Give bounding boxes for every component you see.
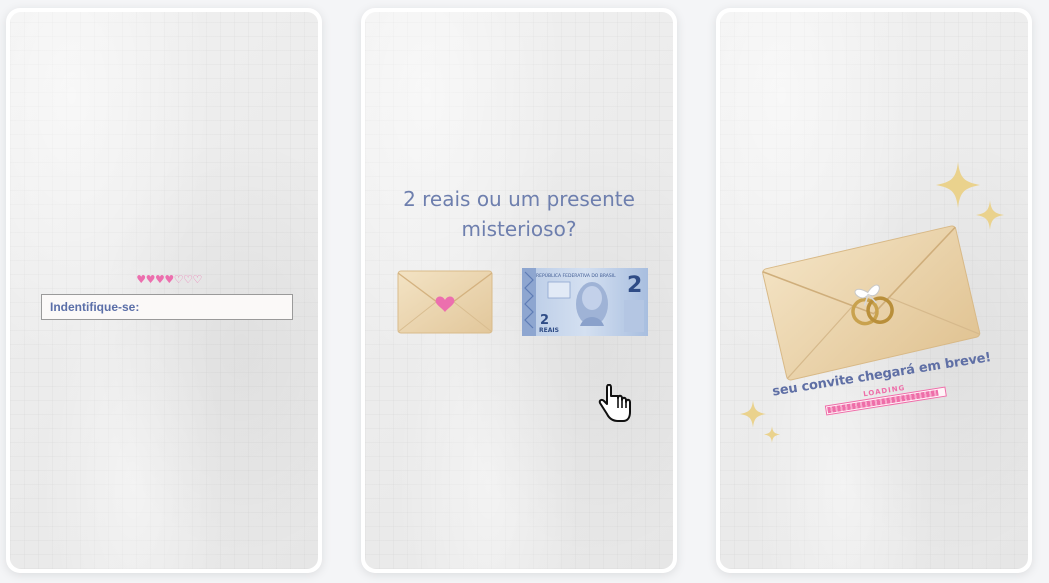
question-line-2: misterioso?	[461, 217, 577, 241]
heart-outline-icon: ♡	[173, 273, 184, 286]
sparkle-icon	[936, 162, 980, 208]
heart-icon: ♥	[145, 273, 156, 286]
banknote-icon: REPÚBLICA FEDERATIVA DO BRASIL 2 REAIS 2	[522, 268, 648, 336]
paper-background: ♥♥♥♥♡♡♡ Indentifique-se:	[10, 12, 318, 569]
banknote-header: REPÚBLICA FEDERATIVA DO BRASIL	[536, 272, 616, 279]
paper-background: seu convite chegará em breve! LOADING	[720, 12, 1028, 569]
mystery-gift-envelope-button[interactable]	[396, 268, 494, 336]
banknote-value-right: 2	[627, 273, 642, 298]
identify-label: Indentifique-se:	[50, 300, 140, 314]
heart-icon: ♥	[136, 273, 146, 286]
sparkle-icon	[740, 400, 766, 428]
question-line-1: 2 reais ou um presente	[403, 187, 635, 211]
heart-outline-icon: ♡	[192, 273, 202, 286]
hearts-meter: ♥♥♥♥♡♡♡	[129, 274, 209, 286]
banknote-currency: REAIS	[539, 327, 559, 334]
identify-input[interactable]: Indentifique-se:	[41, 294, 293, 320]
card-identify: ♥♥♥♥♡♡♡ Indentifique-se:	[6, 8, 322, 573]
envelope-heart-icon	[397, 270, 493, 334]
pointer-hand-icon	[598, 383, 632, 424]
card-choice: 2 reais ou um presente misterioso? REPÚB…	[361, 8, 677, 573]
card-invitation: seu convite chegará em breve! LOADING	[716, 8, 1032, 573]
heart-icon: ♥	[154, 273, 165, 286]
banknote-value-left: 2	[540, 313, 549, 328]
question-text: 2 reais ou um presente misterioso?	[365, 184, 673, 244]
paper-background: 2 reais ou um presente misterioso? REPÚB…	[365, 12, 673, 569]
heart-icon: ♥	[164, 273, 174, 286]
two-reais-banknote-button[interactable]: REPÚBLICA FEDERATIVA DO BRASIL 2 REAIS 2	[522, 268, 648, 336]
